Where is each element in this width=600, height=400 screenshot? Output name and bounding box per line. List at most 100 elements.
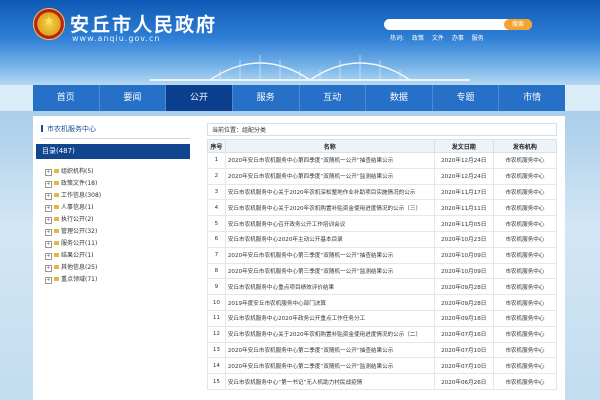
nav-item-topics[interactable]: 专题 xyxy=(431,85,499,111)
document-link[interactable]: 安丘市农机服务中心“第一书记”无人机助力村民战疫情 xyxy=(224,373,435,390)
folder-icon xyxy=(54,277,59,281)
tree-item[interactable]: + 服务公开(11) xyxy=(45,238,101,250)
cell-date: 2020年12月24日 xyxy=(433,167,494,185)
search-button[interactable]: 搜索 xyxy=(504,19,532,30)
cell-no: 1 xyxy=(207,152,226,169)
document-link[interactable]: 安丘市农机服务中心召开政务公开工作培训会议 xyxy=(224,215,435,232)
cell-org: 市农机服务中心 xyxy=(492,357,558,375)
documents-table: 序号 名称 发文日期 发布机构 1 2020年安丘市农机服务中心第四季度“双随机一… xyxy=(207,139,558,390)
cell-date: 2020年10月09日 xyxy=(433,246,494,264)
tree-item[interactable]: + 人事信息(1) xyxy=(45,202,101,214)
document-link[interactable]: 安丘市农机服务中心2020年政务公开重点工作任务分工 xyxy=(224,309,435,327)
tree-item[interactable]: + 其他信息(25) xyxy=(45,262,101,274)
expand-icon[interactable]: + xyxy=(45,205,52,212)
expand-icon[interactable]: + xyxy=(45,253,52,260)
cell-date: 2020年11月11日 xyxy=(433,199,494,217)
table-row: 6 安丘市农机服务中心2020年主动公开基本目录 2020年10月23日 市农机服务中… xyxy=(207,230,558,248)
cell-no: 6 xyxy=(207,230,226,248)
folder-icon xyxy=(54,229,59,233)
column-header-name: 名称 xyxy=(224,139,435,153)
cell-no: 14 xyxy=(207,357,226,375)
expand-icon[interactable]: + xyxy=(45,241,52,248)
nav-item-data[interactable]: 数据 xyxy=(365,85,432,111)
table-row: 11 安丘市农机服务中心2020年政务公开重点工作任务分工 2020年09月18日市… xyxy=(207,309,558,327)
expand-icon[interactable]: + xyxy=(45,265,52,272)
document-link[interactable]: 安丘市农机服务中心关于2020年农机深松整地作业补助项目实施情况的公示 xyxy=(224,183,435,201)
cell-org: 市农机服务中心 xyxy=(492,309,558,327)
document-link[interactable]: 2019年度安丘市农机服务中心部门决算 xyxy=(224,294,435,311)
catalog-header[interactable]: 目录(487) xyxy=(36,144,190,159)
tree-item[interactable]: + 政策文件(18) xyxy=(45,178,101,190)
search-box: 搜索 xyxy=(384,19,532,38)
nav-item-interact[interactable]: 互动 xyxy=(298,85,366,111)
document-link[interactable]: 安丘市农机服务中心关于2020年农机购置补贴资金使用进度情况的公示（三） xyxy=(224,199,435,217)
cell-org: 市农机服务中心 xyxy=(492,199,558,217)
cell-no: 2 xyxy=(207,167,226,185)
cell-no: 15 xyxy=(207,373,226,390)
tree-item[interactable]: + 执行公开(2) xyxy=(45,214,101,226)
nav-item-news[interactable]: 要闻 xyxy=(98,85,166,111)
cell-org: 市农机服务中心 xyxy=(492,325,558,343)
cell-no: 3 xyxy=(207,183,226,201)
column-header-org: 发布机构 xyxy=(492,139,558,153)
document-link[interactable]: 安丘市农机服务中心关于2020年农机购置补贴资金使用进度情况的公示（二） xyxy=(224,325,435,343)
expand-icon[interactable]: + xyxy=(45,217,52,224)
column-header-date: 发文日期 xyxy=(433,139,494,153)
cell-org: 市农机服务中心 xyxy=(492,373,558,390)
hot-word-link[interactable]: 办事 xyxy=(452,35,464,42)
nav-item-open[interactable]: 公开 xyxy=(165,85,232,111)
cell-org: 市农机服务中心 xyxy=(492,230,558,248)
document-link[interactable]: 2020年安丘市农机服务中心第三季度“双随机一公开”监测结果公示 xyxy=(224,262,435,280)
expand-icon[interactable]: + xyxy=(45,229,52,236)
folder-icon xyxy=(54,193,59,197)
table-row: 12 安丘市农机服务中心关于2020年农机购置补贴资金使用进度情况的公示（二） 20… xyxy=(207,325,558,343)
nav-item-home[interactable]: 首页 xyxy=(33,85,99,111)
cell-no: 12 xyxy=(207,325,226,343)
column-header-no: 序号 xyxy=(207,139,226,153)
cell-org: 市农机服务中心 xyxy=(492,183,558,201)
nav-item-city-info[interactable]: 市情 xyxy=(498,85,565,111)
expand-icon[interactable]: + xyxy=(45,169,52,176)
document-link[interactable]: 2020年安丘市农机服务中心第四季度“双随机一公开”监测结果公示 xyxy=(224,167,435,185)
document-link[interactable]: 2020年安丘市农机服务中心第二季度“双随机一公开”抽查结果公示 xyxy=(224,341,435,359)
document-link[interactable]: 2020年安丘市农机服务中心第三季度“双随机一公开”抽查结果公示 xyxy=(224,246,435,264)
document-link[interactable]: 2020年安丘市农机服务中心第二季度“双随机一公开”监测结果公示 xyxy=(224,357,435,375)
tree-item[interactable]: + 组织机构(5) xyxy=(45,166,101,178)
cell-date: 2020年07月10日 xyxy=(433,341,494,359)
hot-word-link[interactable]: 文件 xyxy=(432,35,444,42)
bridge-illustration xyxy=(150,55,470,81)
document-link[interactable]: 安丘市农机服务中心重点项目绩效评价结果 xyxy=(224,278,435,296)
cell-date: 2020年09月28日 xyxy=(433,278,494,296)
main-nav: 首页 要闻 公开 服务 互动 数据 专题 市情 xyxy=(33,85,565,111)
document-link[interactable]: 安丘市农机服务中心2020年主动公开基本目录 xyxy=(224,230,435,248)
cell-no: 9 xyxy=(207,278,226,296)
content-panel: 市农机服务中心 目录(487) + 组织机构(5) + 政策文件(18) + 工作信息… xyxy=(33,116,565,400)
tree-item[interactable]: + 结果公开(1) xyxy=(45,250,101,262)
tree-item[interactable]: + 重点领域(71) xyxy=(45,274,101,286)
expand-icon[interactable]: + xyxy=(45,193,52,200)
hot-word-link[interactable]: 政策 xyxy=(412,35,424,42)
folder-icon xyxy=(54,217,59,221)
table-row: 7 2020年安丘市农机服务中心第三季度“双随机一公开”抽查结果公示 2020年10… xyxy=(207,246,558,264)
catalog-tree: + 组织机构(5) + 政策文件(18) + 工作信息(308) + 人事信息(1) +… xyxy=(45,166,101,286)
expand-icon[interactable]: + xyxy=(45,277,52,284)
cell-org: 市农机服务中心 xyxy=(492,278,558,296)
sidebar-title: 市农机服务中心 xyxy=(41,124,96,134)
folder-icon xyxy=(54,205,59,209)
hot-words-label: 热词: xyxy=(390,35,405,42)
cell-org: 市农机服务中心 xyxy=(492,215,558,232)
document-link[interactable]: 2020年安丘市农机服务中心第四季度“双随机一公开”抽查结果公示 xyxy=(224,152,435,169)
nav-item-service[interactable]: 服务 xyxy=(231,85,299,111)
table-row: 9 安丘市农机服务中心重点项目绩效评价结果 2020年09月28日 市农机服务中心 xyxy=(207,278,558,296)
cell-org: 市农机服务中心 xyxy=(492,167,558,185)
expand-icon[interactable]: + xyxy=(45,181,52,188)
folder-icon xyxy=(54,169,59,173)
hot-word-link[interactable]: 服务 xyxy=(472,35,484,42)
cell-org: 市农机服务中心 xyxy=(492,262,558,280)
folder-icon xyxy=(54,265,59,269)
cell-no: 11 xyxy=(207,309,226,327)
tree-item[interactable]: + 管理公开(32) xyxy=(45,226,101,238)
tree-item[interactable]: + 工作信息(308) xyxy=(45,190,101,202)
cell-no: 8 xyxy=(207,262,226,280)
table-row: 14 2020年安丘市农机服务中心第二季度“双随机一公开”监测结果公示 2020年0… xyxy=(207,357,558,375)
